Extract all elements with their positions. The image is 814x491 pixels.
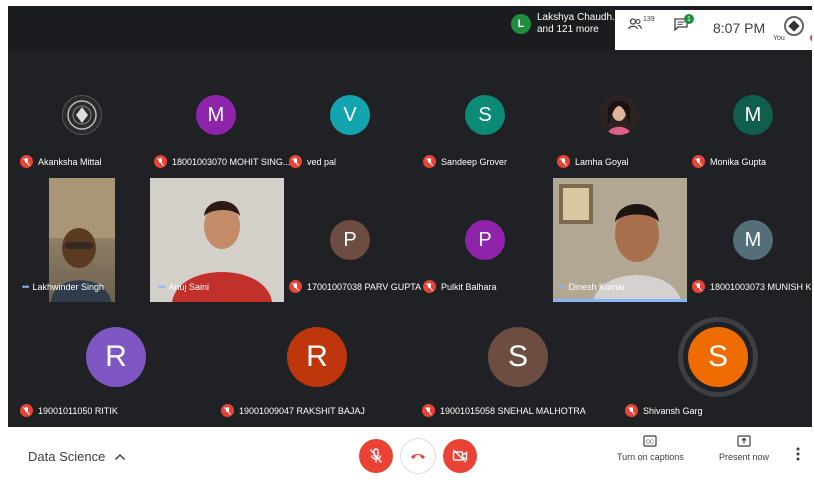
- participant-photo: [599, 95, 639, 135]
- participant-name: 17001007038 PARV GUPTA: [307, 281, 422, 292]
- svg-text:CC: CC: [646, 440, 654, 446]
- participant-name: Shivansh Garg: [643, 405, 703, 416]
- participant-avatar: M: [733, 220, 773, 260]
- mic-off-icon: [221, 404, 234, 417]
- participant-avatar: V: [330, 95, 370, 135]
- people-count: 139: [643, 15, 655, 23]
- notification-name: Lakshya Chaudh...: [537, 12, 621, 23]
- self-view[interactable]: You: [773, 16, 812, 42]
- self-label: You: [773, 35, 785, 42]
- join-notification[interactable]: L Lakshya Chaudh... and 121 more: [511, 12, 620, 36]
- speaking-indicator-icon: •••: [558, 282, 566, 292]
- participant-name: 18001003070 MOHIT SING...: [172, 156, 291, 167]
- mic-toggle-button[interactable]: [359, 439, 393, 473]
- chat-button[interactable]: 1: [674, 14, 694, 31]
- participant-avatar: R: [287, 327, 347, 387]
- present-label: Present now: [719, 452, 770, 462]
- people-icon: [628, 18, 642, 30]
- participant-name: Dinesh Kumar: [568, 282, 626, 292]
- clock-time: 8:07 PM: [713, 20, 766, 36]
- participant-name: Sandeep Grover: [441, 156, 508, 167]
- self-avatar: [784, 16, 804, 36]
- participant-avatar: M: [733, 95, 773, 135]
- bottom-control-bar: Data Science CC Turn on captions Present…: [8, 427, 812, 486]
- participant-name: Pulkit Balhara: [441, 281, 497, 292]
- institution-logo-icon: [67, 100, 97, 130]
- participant-avatar: S: [688, 327, 748, 387]
- camera-off-icon: [452, 449, 468, 463]
- mic-off-icon: [289, 155, 302, 168]
- top-bar: L Lakshya Chaudh... and 121 more 139 1 8…: [8, 6, 812, 50]
- participant-name: Anuj Saini: [168, 282, 209, 292]
- chevron-up-icon: [115, 453, 126, 460]
- participant-avatar: R: [86, 327, 146, 387]
- camera-toggle-button[interactable]: [443, 439, 477, 473]
- captions-icon: CC: [643, 435, 657, 447]
- participant-avatar: S: [488, 327, 548, 387]
- present-icon: [737, 435, 751, 447]
- participant-avatar: P: [330, 220, 370, 260]
- participant-avatar: P: [465, 220, 505, 260]
- self-mute-indicator: [810, 34, 812, 42]
- participant-name: 18001003073 MUNISH KU...: [710, 281, 812, 292]
- captions-button[interactable]: CC Turn on captions: [617, 435, 684, 462]
- mic-off-icon: [423, 280, 436, 293]
- mic-off-icon: [289, 280, 302, 293]
- participant-name: ved pal: [307, 156, 337, 167]
- mic-off-icon: [692, 280, 705, 293]
- participant-name: 19001009047 RAKSHIT BAJAJ: [239, 405, 365, 416]
- speaking-indicator-icon: •••: [158, 282, 166, 292]
- mic-off-icon: [557, 155, 570, 168]
- speaking-indicator-icon: •••: [22, 282, 30, 292]
- mic-off-icon: [625, 404, 638, 417]
- participant-name: Lakhwinder Singh: [32, 282, 105, 292]
- hang-up-icon: [411, 454, 425, 459]
- participant-name: 19001015058 SNEHAL MALHOTRA: [440, 405, 586, 416]
- participant-avatar: M: [196, 95, 236, 135]
- mic-off-icon: [154, 155, 167, 168]
- leave-call-button[interactable]: [401, 439, 435, 473]
- mic-off-icon: [422, 404, 435, 417]
- meeting-title: Data Science: [28, 449, 106, 464]
- mic-off-icon: [20, 155, 33, 168]
- participant-name: Akanksha Mittal: [38, 156, 102, 167]
- participant-logo: [62, 95, 102, 135]
- present-now-button[interactable]: Present now: [719, 435, 769, 462]
- mic-off-icon: [423, 155, 436, 168]
- more-options-button[interactable]: [796, 447, 800, 466]
- more-vert-icon: [796, 447, 800, 461]
- participant-avatar: S: [465, 95, 505, 135]
- notification-more: and 121 more: [537, 24, 599, 35]
- people-button[interactable]: 139: [628, 15, 655, 30]
- participant-name: Monika Gupta: [710, 156, 767, 167]
- mic-off-icon: [692, 155, 705, 168]
- mic-off-icon: [20, 404, 33, 417]
- captions-label: Turn on captions: [617, 452, 684, 462]
- participant-name: 19001011050 RITIK: [38, 405, 118, 416]
- mic-off-icon: [369, 448, 383, 463]
- meeting-details-button[interactable]: Data Science: [28, 449, 126, 464]
- notification-avatar: L: [511, 14, 531, 34]
- meeting-window: L Lakshya Chaudh... and 121 more 139 1 8…: [8, 6, 812, 486]
- chat-badge: 1: [684, 14, 694, 24]
- participant-name: Lamha Goyal: [575, 156, 629, 167]
